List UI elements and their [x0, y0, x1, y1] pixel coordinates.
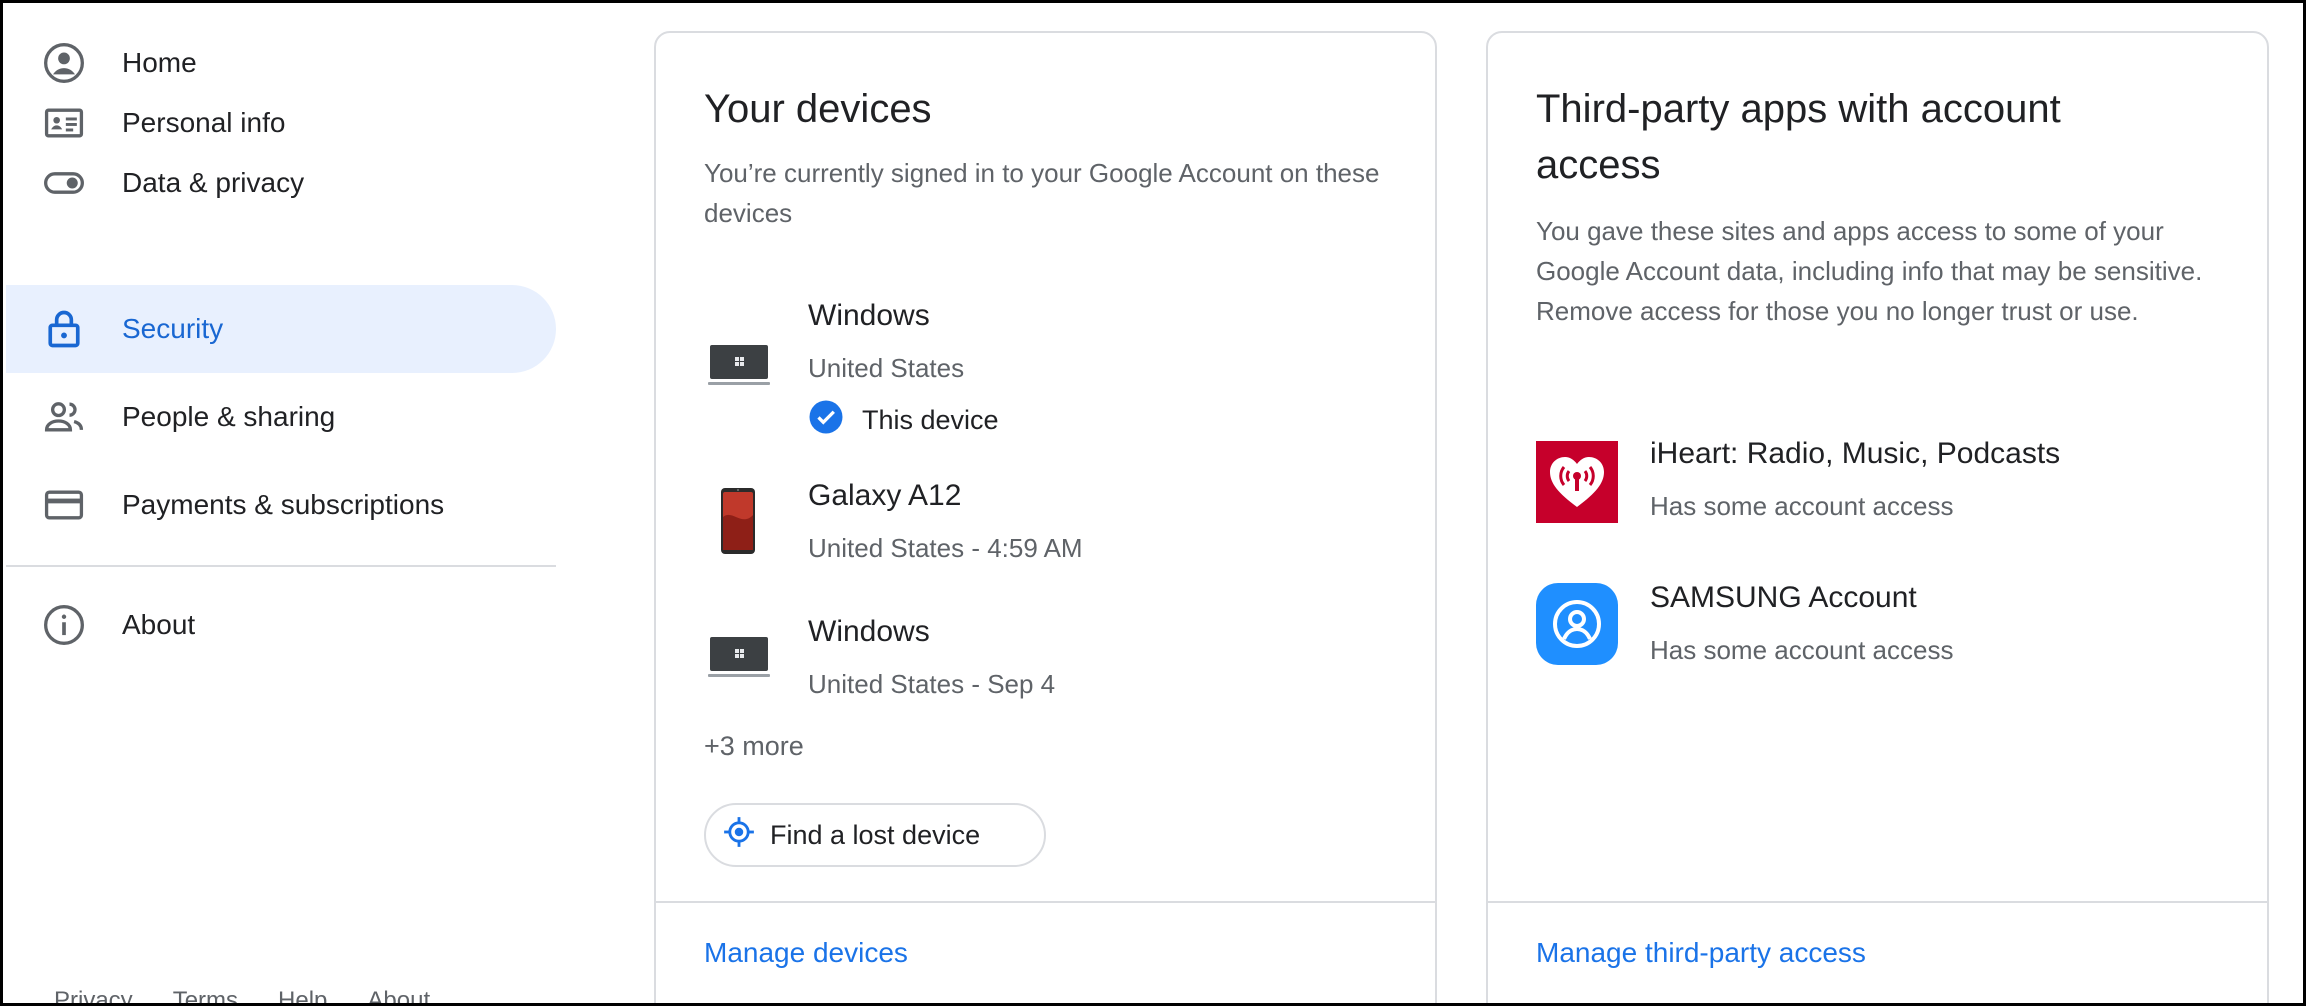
footer-links: Privacy Terms Help About [54, 987, 430, 1003]
sidebar-item-label: People & sharing [122, 401, 336, 432]
device-name: Windows [808, 615, 930, 648]
app-access-status: Has some account access [1650, 491, 1954, 521]
card-title-line-2: access [1536, 143, 1661, 187]
sidebar-item-label: About [122, 609, 196, 640]
check-circle-icon [808, 399, 844, 442]
your-devices-card: Your devices You’re currently signed in … [654, 31, 1437, 1003]
footer-link-privacy[interactable]: Privacy [54, 987, 133, 1003]
card-divider [1488, 901, 2267, 903]
sidebar-nav: Home Personal info Data & privacy Securi… [6, 3, 556, 1003]
laptop-icon [708, 635, 770, 679]
credit-card-icon [42, 483, 86, 527]
more-devices-link[interactable]: +3 more [704, 731, 804, 762]
sidebar-item-label: Security [122, 313, 224, 344]
laptop-icon [708, 343, 770, 387]
sidebar-item-payments[interactable]: Payments & subscriptions [6, 461, 556, 549]
card-description: You’re currently signed in to your Googl… [704, 158, 1380, 228]
app-item[interactable]: iHeart: Radio, Music, Podcasts Has some … [1488, 403, 2267, 523]
manage-third-party-access-link[interactable]: Manage third-party access [1536, 937, 1866, 969]
sidebar-item-about[interactable]: About [6, 581, 556, 669]
device-name: Galaxy A12 [808, 479, 962, 512]
app-name: iHeart: Radio, Music, Podcasts [1650, 437, 2061, 470]
phone-icon [720, 487, 756, 555]
sidebar-item-security[interactable]: Security [6, 285, 556, 373]
iheart-logo [1536, 441, 1618, 523]
info-icon [42, 603, 86, 647]
find-lost-device-label: Find a lost device [770, 819, 981, 850]
device-item[interactable]: Windows United States This device [656, 265, 1435, 445]
sidebar-item-people-sharing[interactable]: People & sharing [6, 373, 556, 461]
footer-link-help[interactable]: Help [278, 987, 327, 1003]
device-item[interactable]: Windows United States - Sep 4 [656, 581, 1435, 711]
this-device-label: This device [862, 405, 999, 435]
sidebar-divider [6, 565, 556, 567]
lock-icon [42, 307, 86, 351]
card-title: Your devices [704, 87, 932, 131]
footer-link-about[interactable]: About [367, 987, 430, 1003]
card-title-line-1: Third-party apps with account [1536, 87, 2061, 131]
manage-devices-link[interactable]: Manage devices [704, 937, 908, 969]
app-access-status: Has some account access [1650, 635, 1954, 665]
sidebar-item-data-privacy[interactable]: Data & privacy [6, 139, 556, 227]
device-location: United States - Sep 4 [808, 669, 1056, 699]
location-target-icon [722, 815, 756, 856]
samsung-account-logo [1536, 583, 1618, 665]
page-frame: Home Personal info Data & privacy Securi… [0, 0, 2306, 1006]
app-name: SAMSUNG Account [1650, 581, 1917, 614]
device-location: United States [808, 353, 965, 383]
toggle-icon [42, 161, 86, 205]
device-name: Windows [808, 299, 930, 332]
find-lost-device-button[interactable]: Find a lost device [704, 803, 1046, 867]
device-item[interactable]: Galaxy A12 United States - 4:59 AM [656, 445, 1435, 575]
this-device-indicator: This device [808, 399, 999, 442]
device-location: United States - 4:59 AM [808, 533, 1083, 563]
sidebar-item-label: Data & privacy [122, 167, 305, 198]
third-party-apps-card: Third-party apps with account access You… [1486, 31, 2269, 1003]
card-divider [656, 901, 1435, 903]
app-item[interactable]: SAMSUNG Account Has some account access [1488, 547, 2267, 667]
people-icon [42, 395, 86, 439]
footer-link-terms[interactable]: Terms [173, 987, 238, 1003]
card-description: You gave these sites and apps access to … [1536, 216, 2203, 326]
sidebar-item-label: Payments & subscriptions [122, 489, 445, 520]
